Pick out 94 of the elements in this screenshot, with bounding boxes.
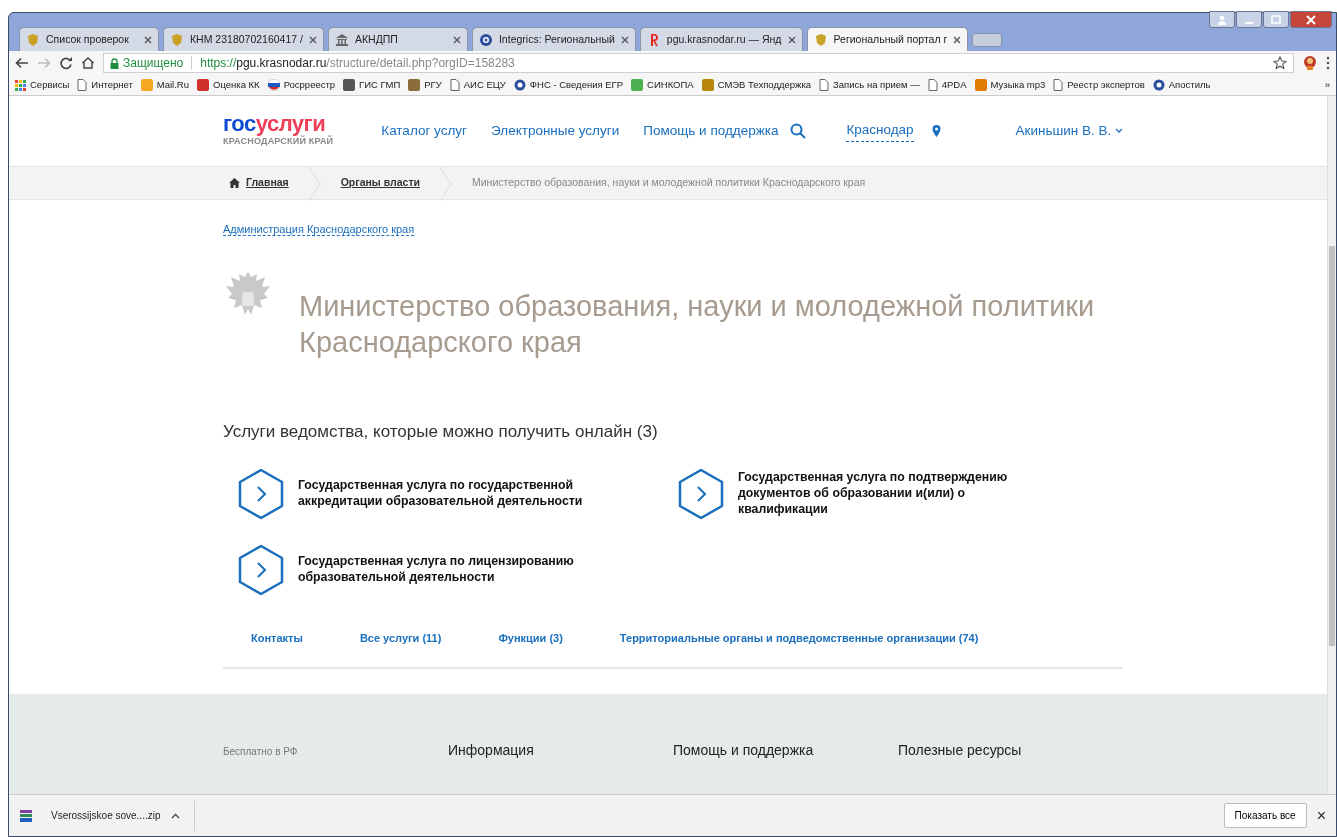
download-item[interactable]: Vserossijskoe sove....zip	[19, 800, 195, 831]
user-menu[interactable]: Акиньшин В. В.	[1015, 120, 1123, 142]
hexagon-chevron-icon	[237, 468, 285, 520]
person-icon	[1217, 14, 1227, 25]
reload-icon[interactable]	[59, 56, 73, 70]
minimize-button[interactable]	[1236, 11, 1262, 28]
maximize-icon	[1271, 14, 1281, 25]
page-icon	[449, 79, 460, 91]
nav-link[interactable]: Помощь и поддержка	[643, 120, 779, 142]
nav-link[interactable]: Каталог услуг	[381, 120, 467, 142]
browser-tab[interactable]: АКНДПП	[327, 27, 468, 51]
section-tab[interactable]: Функции (3)	[498, 630, 563, 647]
close-icon	[1306, 14, 1316, 25]
maximize-button[interactable]	[1263, 11, 1289, 28]
bookmark-link[interactable]: Оценка КК	[197, 77, 260, 93]
close-icon[interactable]	[144, 35, 152, 44]
browser-tab[interactable]: КНМ 23180702160417 /	[163, 27, 324, 51]
footer-heading: Информация	[448, 742, 534, 758]
close-icon[interactable]	[787, 35, 796, 44]
close-button[interactable]: ×	[1316, 803, 1326, 828]
service-link[interactable]: Государственная услуга по лицензированию образовательной деятельности	[237, 544, 677, 596]
bookmark-link[interactable]: ГИС ГМП	[343, 77, 401, 93]
section-heading: Услуги ведомства, которые можно получить онлайн (3)	[223, 420, 659, 443]
bookmark-link[interactable]: Mail.Ru	[140, 77, 189, 93]
minimize-icon	[1245, 21, 1253, 24]
location-pin-icon	[931, 125, 941, 137]
hexagon-chevron-icon	[677, 468, 725, 520]
url-text: https://pgu.krasnodar.ru/structure/detail.php?orgID=158283	[200, 55, 515, 72]
close-icon[interactable]	[953, 35, 962, 44]
hexagon-chevron-icon	[237, 544, 285, 596]
chevron-up-icon	[170, 812, 180, 819]
building-icon	[334, 32, 349, 47]
back-icon[interactable]	[15, 56, 29, 70]
city-link[interactable]: Краснодар	[846, 120, 914, 142]
browser-tab[interactable]: Региональный портал г	[806, 27, 969, 51]
bookmark-link[interactable]: Сервисы	[15, 77, 70, 93]
bookmark-link[interactable]: Интернет	[77, 77, 133, 93]
footer-text: Бесплатно в РФ	[223, 746, 298, 757]
address-bar[interactable]: Защищено https://pgu.krasnodar.ru/structure/detail.php?orgID=158283	[103, 53, 1294, 73]
section-tab[interactable]: Контакты	[251, 630, 303, 647]
nav-link[interactable]: Электронные услуги	[491, 120, 620, 142]
browser-tab[interactable]: Список проверок	[19, 27, 159, 51]
parent-link[interactable]: Администрация Краснодарского края	[223, 223, 415, 236]
scrollbar[interactable]	[1327, 96, 1336, 794]
overflow-chevron[interactable]: »	[1324, 77, 1330, 93]
profile-button[interactable]	[1209, 11, 1235, 28]
globe-icon	[478, 32, 493, 47]
page-icon	[77, 79, 88, 91]
breadcrumb-link[interactable]: Органы власти	[320, 167, 440, 199]
caret-icon	[1115, 128, 1123, 135]
page-heading: Министерство образования, науки и молодежной политики Краснодарского края	[299, 289, 1096, 361]
security-label: Защищено	[123, 55, 184, 72]
bookmark-link[interactable]: РГУ	[408, 77, 442, 93]
menu-icon[interactable]	[1326, 56, 1330, 70]
footer-heading: Полезные ресурсы	[898, 742, 1022, 758]
home-icon[interactable]	[81, 56, 95, 70]
home-icon	[229, 178, 240, 188]
footer-heading: Помощь и поддержка	[673, 742, 814, 758]
bookmark-link[interactable]: 4PDA	[927, 77, 967, 93]
close-button[interactable]	[1290, 11, 1332, 28]
extension-icon[interactable]	[1302, 55, 1318, 71]
page-icon	[819, 79, 830, 91]
bookmark-link[interactable]: ФНС - Сведения ЕГР	[513, 77, 624, 93]
bookmark-link[interactable]: Запись на прием —	[819, 77, 920, 93]
page-icon	[1053, 79, 1064, 91]
globe-icon	[1152, 79, 1165, 91]
archive-icon	[19, 808, 33, 823]
bookmark-link[interactable]: Росрреестр	[267, 77, 336, 93]
apps-grid-icon	[15, 79, 26, 91]
close-icon[interactable]	[620, 35, 629, 44]
breadcrumb-current: Министерство образования, науки и молодежной политики Краснодарского края	[471, 175, 867, 191]
page-icon	[927, 79, 938, 91]
lock-icon	[110, 57, 119, 69]
bookmark-link[interactable]: АИС ЕЦУ	[449, 77, 506, 93]
close-icon[interactable]	[308, 35, 317, 44]
service-link[interactable]: Государственная услуга по государственной аккредитации образовательной деятельности	[237, 468, 677, 520]
browser-tab[interactable]: pgu.krasnodar.ru — Янд	[639, 27, 803, 51]
flag-icon	[267, 79, 280, 91]
bookmark-link[interactable]: СМЭВ Техподдержка	[701, 77, 812, 93]
bookmark-link[interactable]: Музыка mp3	[974, 77, 1046, 93]
section-tab[interactable]: Территориальные органы и подведомственные организации (74)	[619, 630, 979, 647]
star-icon[interactable]	[1273, 56, 1287, 70]
bookmark-link[interactable]: Реестр экспертов	[1053, 77, 1145, 93]
site-logo[interactable]: госуслуги КРАСНОДАРСКИЙ КРАЙ	[223, 113, 334, 149]
service-link[interactable]: Государственная услуга по подтверждению документов об образовании и(или) о квалификации	[677, 468, 1117, 520]
close-icon[interactable]	[452, 35, 461, 44]
show-all-button[interactable]: Показать все	[1223, 803, 1307, 828]
search-icon[interactable]	[790, 123, 807, 139]
browser-tab[interactable]: Integrics: Региональный	[471, 27, 636, 51]
globe-icon	[513, 79, 526, 91]
bookmark-link[interactable]: СИНКОПА	[631, 77, 694, 93]
bookmark-link[interactable]: Апостиль	[1152, 77, 1211, 93]
section-tab[interactable]: Все услуги (11)	[359, 630, 442, 647]
breadcrumb-link[interactable]: Главная	[223, 167, 309, 199]
